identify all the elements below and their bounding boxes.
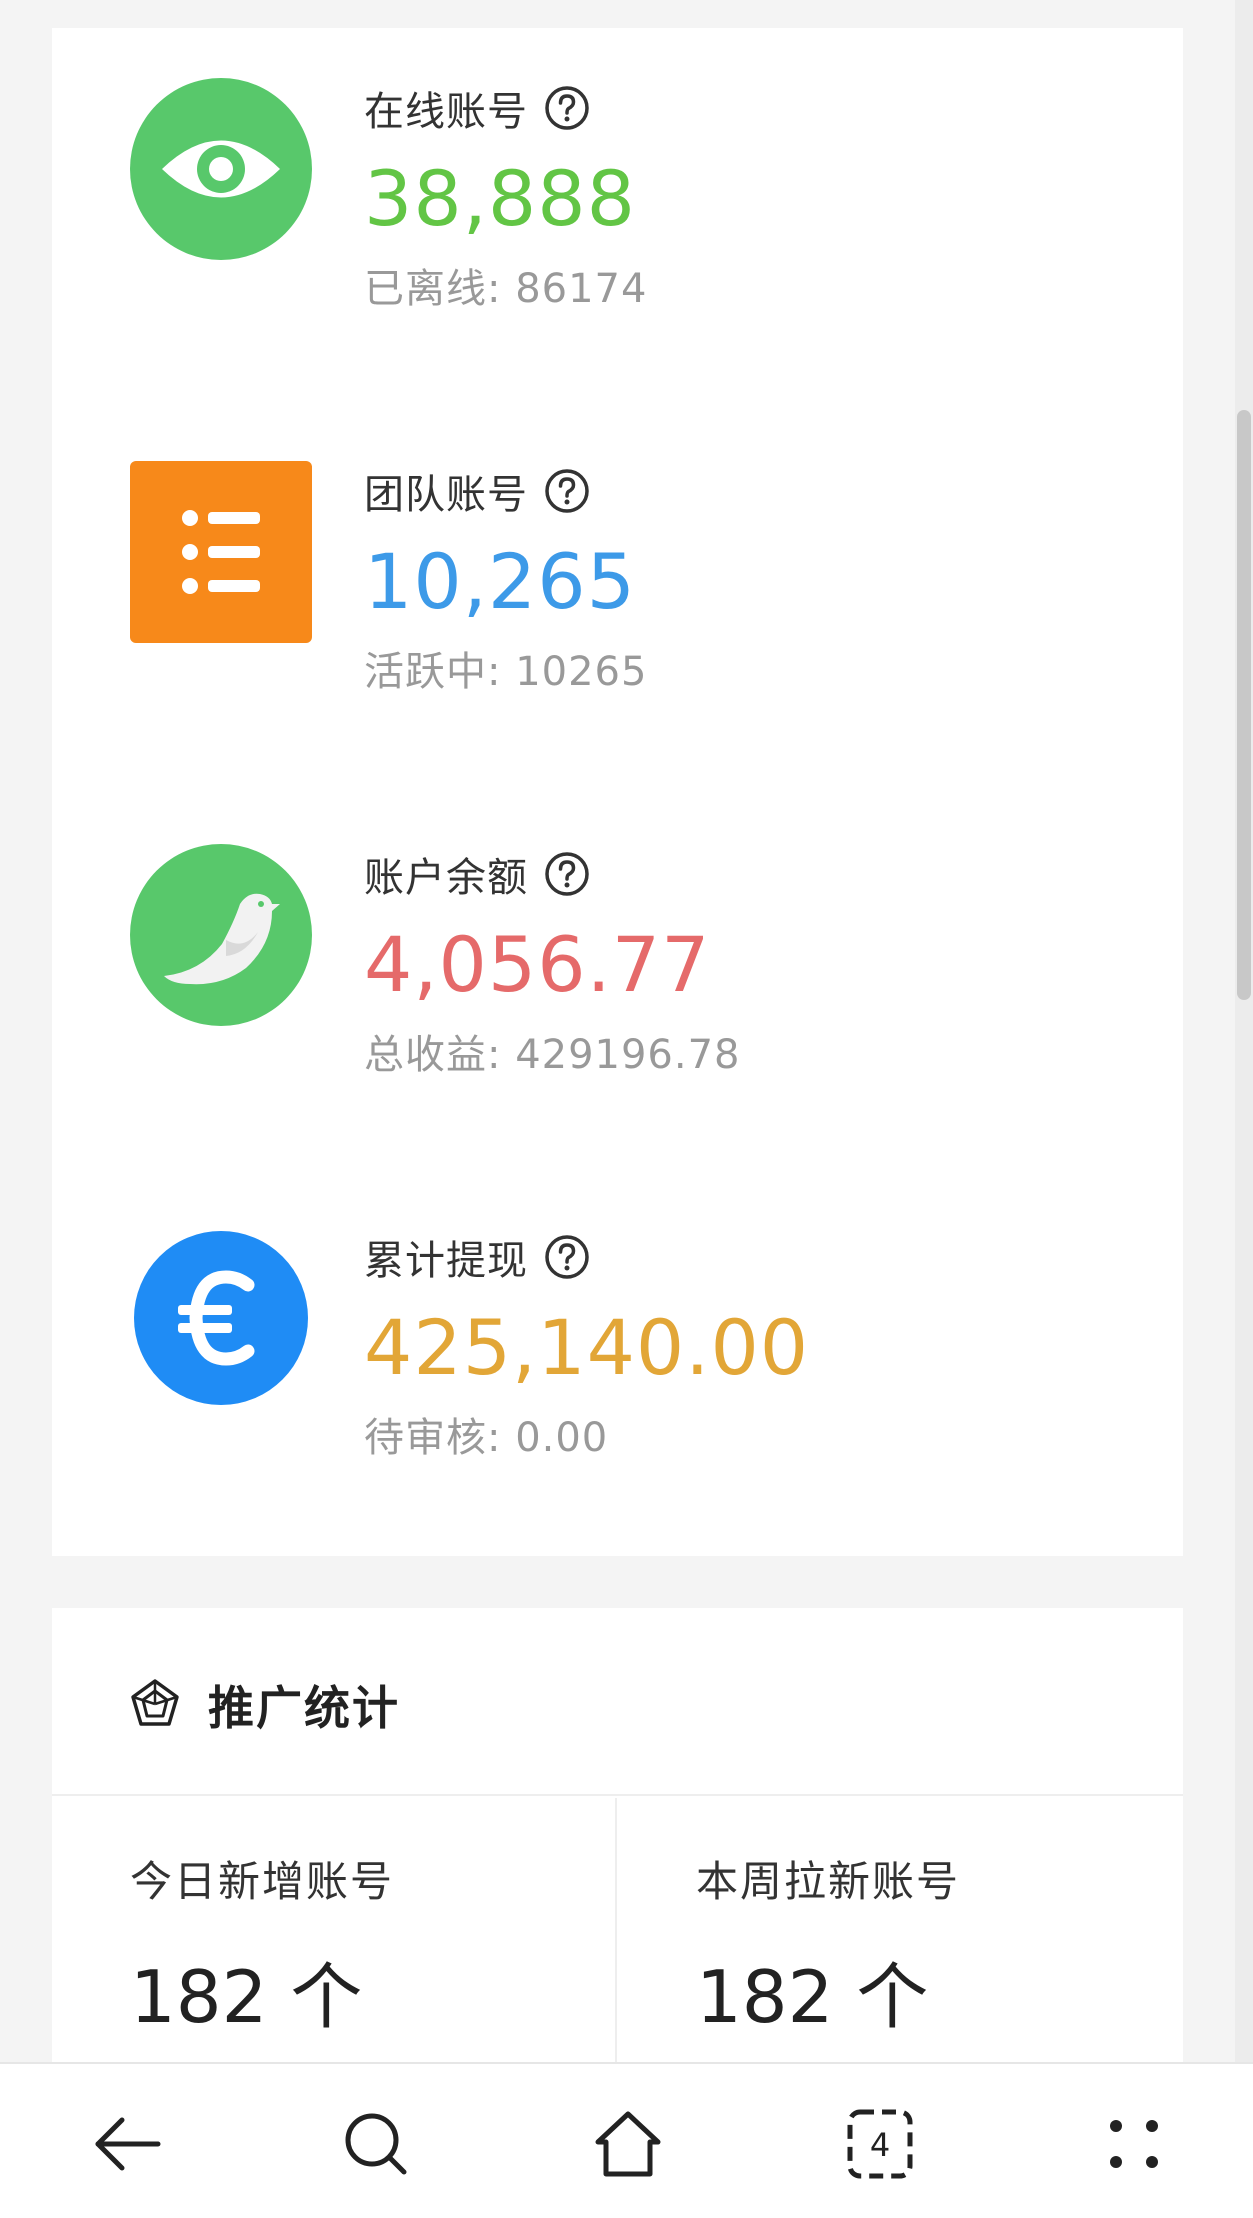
- stat-value: 425,140.00: [364, 1303, 810, 1392]
- stat-label: 团队账号: [364, 472, 528, 518]
- stat-sub: 已离线: 86174: [364, 266, 648, 312]
- eye-icon: [130, 78, 312, 260]
- stats-card: 在线账号 38,888 已离线: 86174 团队账号 10,265 活跃中: …: [52, 28, 1183, 1556]
- promo-cell-today-new[interactable]: 今日新增账号 182 个: [52, 1798, 617, 2068]
- euro-icon: [130, 1227, 312, 1409]
- question-circle-icon[interactable]: [544, 1234, 590, 1280]
- question-circle-icon[interactable]: [544, 851, 590, 897]
- stat-account-balance[interactable]: 账户余额 4,056.77 总收益: 429196.78: [52, 794, 1183, 1094]
- stat-value: 38,888: [364, 154, 636, 243]
- scrollbar-thumb[interactable]: [1237, 410, 1251, 1000]
- stat-online-accounts[interactable]: 在线账号 38,888 已离线: 86174: [52, 28, 1183, 328]
- tabs-icon[interactable]: 4: [840, 2104, 920, 2184]
- stat-team-accounts[interactable]: 团队账号 10,265 活跃中: 10265: [52, 411, 1183, 711]
- promo-cell-label: 本周拉新账号: [696, 1857, 961, 1906]
- stat-label: 累计提现: [364, 1238, 528, 1284]
- stat-value: 4,056.77: [364, 920, 711, 1009]
- stat-total-withdrawal[interactable]: 累计提现 425,140.00 待审核: 0.00: [52, 1177, 1183, 1477]
- question-circle-icon[interactable]: [544, 468, 590, 514]
- question-circle-icon[interactable]: [544, 85, 590, 131]
- scrollbar-track[interactable]: [1235, 0, 1253, 2062]
- promo-cell-label: 今日新增账号: [130, 1857, 395, 1906]
- menu-dots-icon[interactable]: [1094, 2104, 1174, 2184]
- stat-label: 在线账号: [364, 89, 528, 135]
- promo-title: 推广统计: [208, 1681, 400, 1735]
- list-icon: [130, 461, 312, 643]
- promo-stats-card: 推广统计 今日新增账号 182 个 本周拉新账号 182 个: [52, 1608, 1183, 2068]
- back-icon[interactable]: [86, 2104, 166, 2184]
- bottom-navigation-bar: 4: [0, 2062, 1253, 2218]
- promo-cell-value: 182 个: [696, 1955, 929, 2039]
- stat-sub: 总收益: 429196.78: [364, 1032, 741, 1078]
- search-icon[interactable]: [336, 2104, 416, 2184]
- stat-value: 10,265: [364, 537, 636, 626]
- page: 在线账号 38,888 已离线: 86174 团队账号 10,265 活跃中: …: [0, 0, 1253, 2218]
- tab-count: 4: [870, 2126, 890, 2164]
- stat-label: 账户余额: [364, 855, 528, 901]
- promo-cell-value: 182 个: [130, 1955, 363, 2039]
- pentagon-radar-icon: [130, 1678, 180, 1728]
- stat-sub: 活跃中: 10265: [364, 649, 648, 695]
- stat-sub: 待审核: 0.00: [364, 1415, 609, 1461]
- promo-header: 推广统计: [52, 1608, 1183, 1796]
- bird-icon: [130, 844, 312, 1026]
- home-icon[interactable]: [588, 2104, 668, 2184]
- promo-cell-week-new[interactable]: 本周拉新账号 182 个: [618, 1798, 1183, 2068]
